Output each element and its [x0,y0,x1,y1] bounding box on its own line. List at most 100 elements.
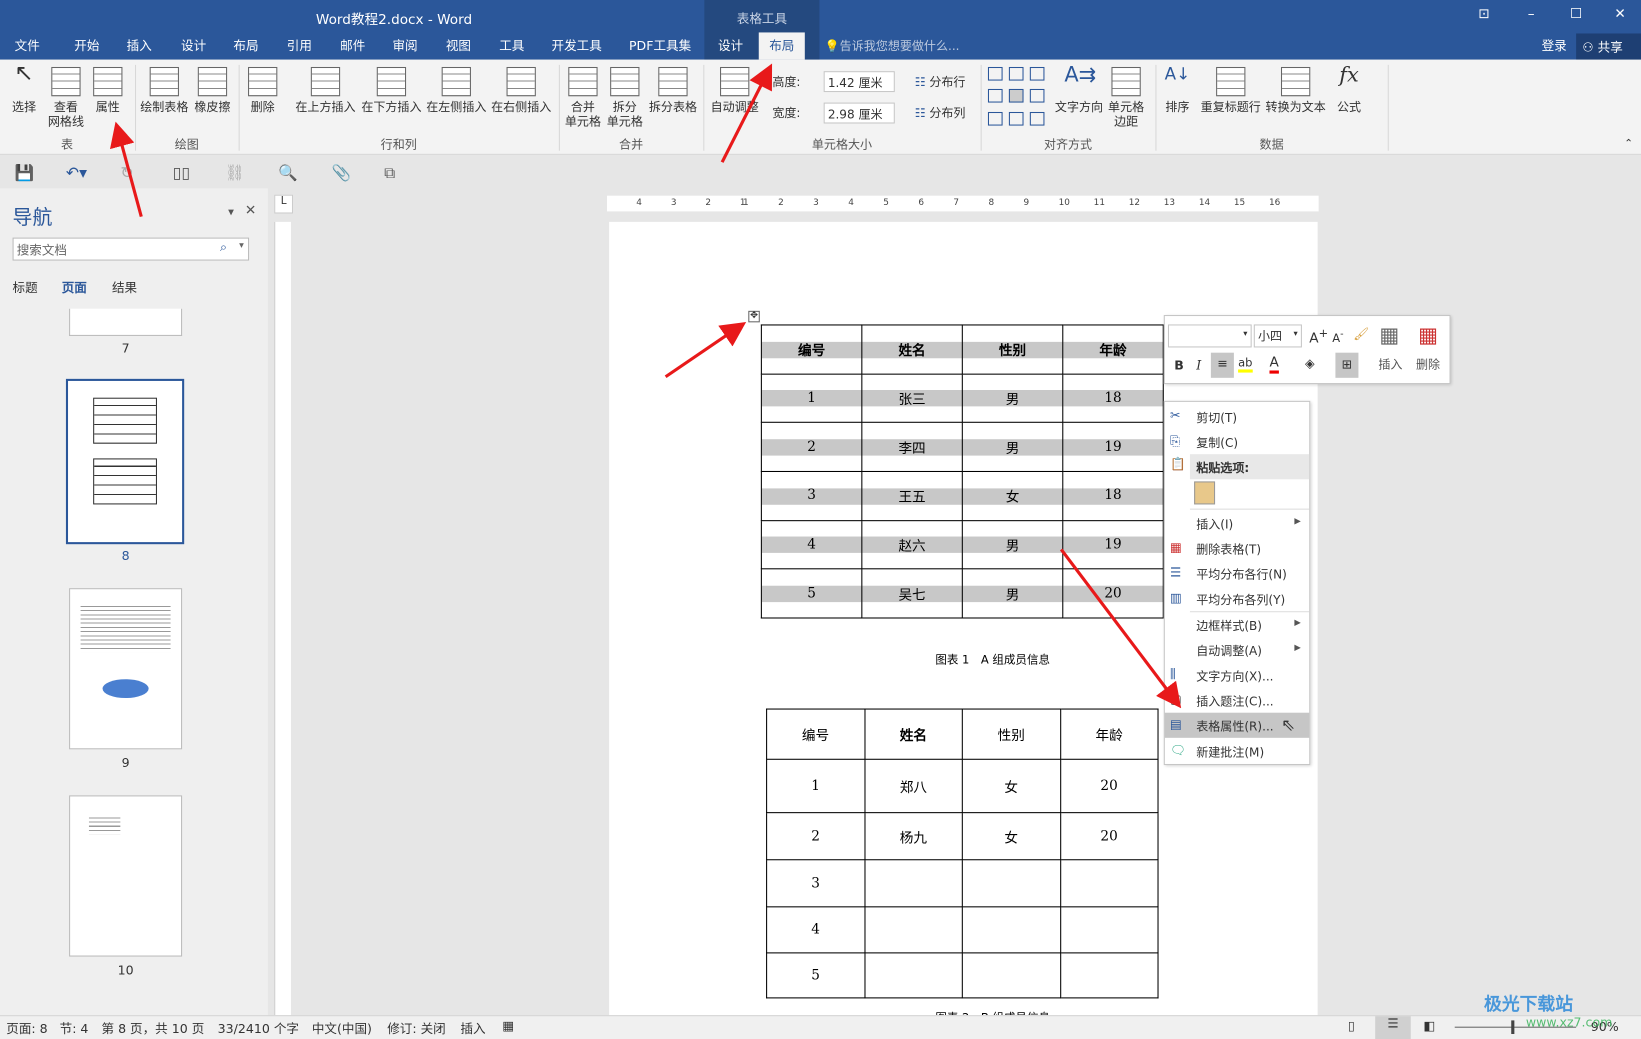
table-cell[interactable]: 1 [766,758,865,814]
font-color-icon[interactable]: A [1269,355,1279,374]
tab-table-layout[interactable]: 布局 [758,32,805,60]
vertical-ruler[interactable] [274,221,291,1016]
status-page-count[interactable]: 第 8 页，共 10 页 [102,1019,205,1037]
table-cell[interactable]: 20 [1059,812,1159,861]
search-icon[interactable]: ⌕ [220,240,227,256]
menu-item-text-direction[interactable]: ⫼ 文字方向(X)... [1165,662,1309,687]
menu-item-new-comment[interactable]: 🗨 新建批注(M) [1165,739,1309,764]
page-thumbnail-10[interactable] [69,795,183,957]
split-table-button[interactable]: 拆分表格 [647,63,699,114]
login-link[interactable]: 登录 [1542,37,1567,55]
split-cells-button[interactable]: 拆分 单元格 [605,63,645,129]
table-cell[interactable]: 年龄 [1059,708,1159,760]
insert-right-button[interactable]: 在右侧插入 [489,63,554,114]
attach-icon[interactable]: 📎 [332,163,352,182]
menu-item-distribute-cols[interactable]: ▥ 平均分布各列(Y) [1165,586,1309,611]
merge-cells-button[interactable]: 合并 单元格 [563,63,603,129]
table-cell[interactable] [961,906,1061,954]
tell-me-box[interactable]: 💡告诉我您想要做什么... [825,38,960,55]
table-cell[interactable]: 年龄 [1062,324,1164,375]
status-language[interactable]: 中文(中国) [312,1019,372,1037]
table-cell[interactable]: 5 [766,952,865,999]
table-cell[interactable]: 5 [760,568,863,619]
menu-item-autofit[interactable]: 自动调整(A) ▶ [1165,637,1309,662]
distribute-cols-button[interactable]: ☷ 分布列 [915,105,966,122]
status-word-count[interactable]: 33/2410 个字 [218,1019,299,1037]
table-cell[interactable] [1059,906,1159,954]
table-cell[interactable]: 编号 [760,324,863,375]
sort-button[interactable]: A↓ 排序 [1162,63,1193,114]
compare-icon[interactable]: ⧉ [384,163,395,182]
align-icon[interactable] [987,89,1003,103]
font-name-box[interactable]: ▾ [1167,324,1252,348]
page-thumbnail-8[interactable] [65,378,185,545]
align-icon[interactable] [1029,89,1045,103]
table-cell[interactable]: 赵六 [861,519,963,570]
status-page[interactable]: 页面: 8 [6,1019,47,1037]
table-cell[interactable]: 男 [961,373,1064,424]
tab-mailings[interactable]: 邮件 [340,37,365,55]
font-size-box[interactable]: 小四 ▾ [1253,324,1302,348]
menu-item-cut[interactable]: ✂ 剪切(T) [1165,404,1309,429]
web-layout-view-icon[interactable]: ◧ [1423,1018,1435,1033]
tab-references[interactable]: 引用 [287,37,312,55]
tab-selector[interactable]: L [274,194,294,214]
paste-keep-format-icon[interactable] [1194,481,1216,505]
align-center-icon[interactable] [1008,89,1024,103]
table-cell[interactable] [961,952,1061,999]
format-painter-icon[interactable]: 🖌 [1353,327,1369,342]
mini-delete-button[interactable]: 删除 [1416,356,1440,373]
status-track-changes[interactable]: 修订: 关闭 [387,1019,445,1037]
table-cell[interactable] [961,859,1061,908]
maximize-button[interactable]: ☐ [1566,6,1587,22]
undo-icon[interactable]: ↶▾ [66,163,87,182]
table-move-handle[interactable]: ✥ [748,310,760,323]
draw-table-button[interactable]: 绘制表格 [138,63,190,114]
table-cell[interactable]: 张三 [861,373,963,424]
table-cell[interactable]: 2 [766,812,865,861]
table-cell[interactable] [1059,952,1159,999]
read-mode-view-icon[interactable]: ▯ [1348,1018,1355,1033]
italic-icon[interactable]: I [1196,358,1201,373]
close-nav-icon[interactable]: ✕ [245,203,256,219]
table-cell[interactable]: 女 [961,758,1061,814]
tab-developer[interactable]: 开发工具 [552,37,602,55]
convert-to-text-button[interactable]: 转换为文本 [1263,63,1328,114]
mini-insert-button[interactable]: 插入 [1378,356,1402,373]
table-cell[interactable]: 王五 [861,471,963,521]
tab-tools[interactable]: 工具 [499,37,524,55]
table-cell[interactable]: 杨九 [863,812,963,861]
read-mode-icon[interactable]: ▯▯ [173,163,190,182]
table-cell[interactable]: 20 [1059,758,1159,814]
minimize-button[interactable]: – [1521,6,1542,22]
nav-tab-results[interactable]: 结果 [112,278,137,296]
tab-review[interactable]: 审阅 [392,37,417,55]
table-cell[interactable]: 性别 [961,708,1061,760]
view-gridlines-button[interactable]: 查看 网格线 [47,63,85,129]
menu-item-delete-table[interactable]: ▦ 删除表格(T) [1165,536,1309,561]
insert-left-button[interactable]: 在左侧插入 [424,63,489,114]
borders-icon[interactable]: ⊞ [1335,352,1359,378]
table-cell[interactable]: 女 [961,812,1061,861]
cell-margins-button[interactable]: 单元格 边距 [1106,63,1146,129]
status-insert-mode[interactable]: 插入 [460,1019,485,1037]
table-cell[interactable]: 4 [766,906,865,954]
autofit-button[interactable]: 自动调整 [709,63,761,114]
save-icon[interactable]: 💾 [15,163,35,182]
table-cell[interactable]: 女 [961,471,1064,521]
table-cell[interactable]: 18 [1062,373,1164,424]
select-button[interactable]: ↖ 选择 [8,62,39,114]
shading-icon[interactable]: ◈ [1305,356,1315,371]
shrink-font-icon[interactable]: A- [1332,329,1343,345]
redo-icon[interactable]: ↻ [120,163,133,182]
table-cell[interactable] [863,906,963,954]
tab-layout[interactable]: 布局 [233,37,258,55]
nav-tab-pages[interactable]: 页面 [62,278,87,296]
delete-button[interactable]: 删除 [245,63,281,114]
tab-design[interactable]: 设计 [181,37,206,55]
share-button[interactable]: ⚇ 共享 [1576,33,1641,60]
table-cell[interactable]: 郑八 [863,758,963,814]
align-icon[interactable] [1008,111,1024,126]
print-preview-icon[interactable]: 🔍 [278,163,298,182]
tab-pdf[interactable]: PDF工具集 [629,37,691,55]
